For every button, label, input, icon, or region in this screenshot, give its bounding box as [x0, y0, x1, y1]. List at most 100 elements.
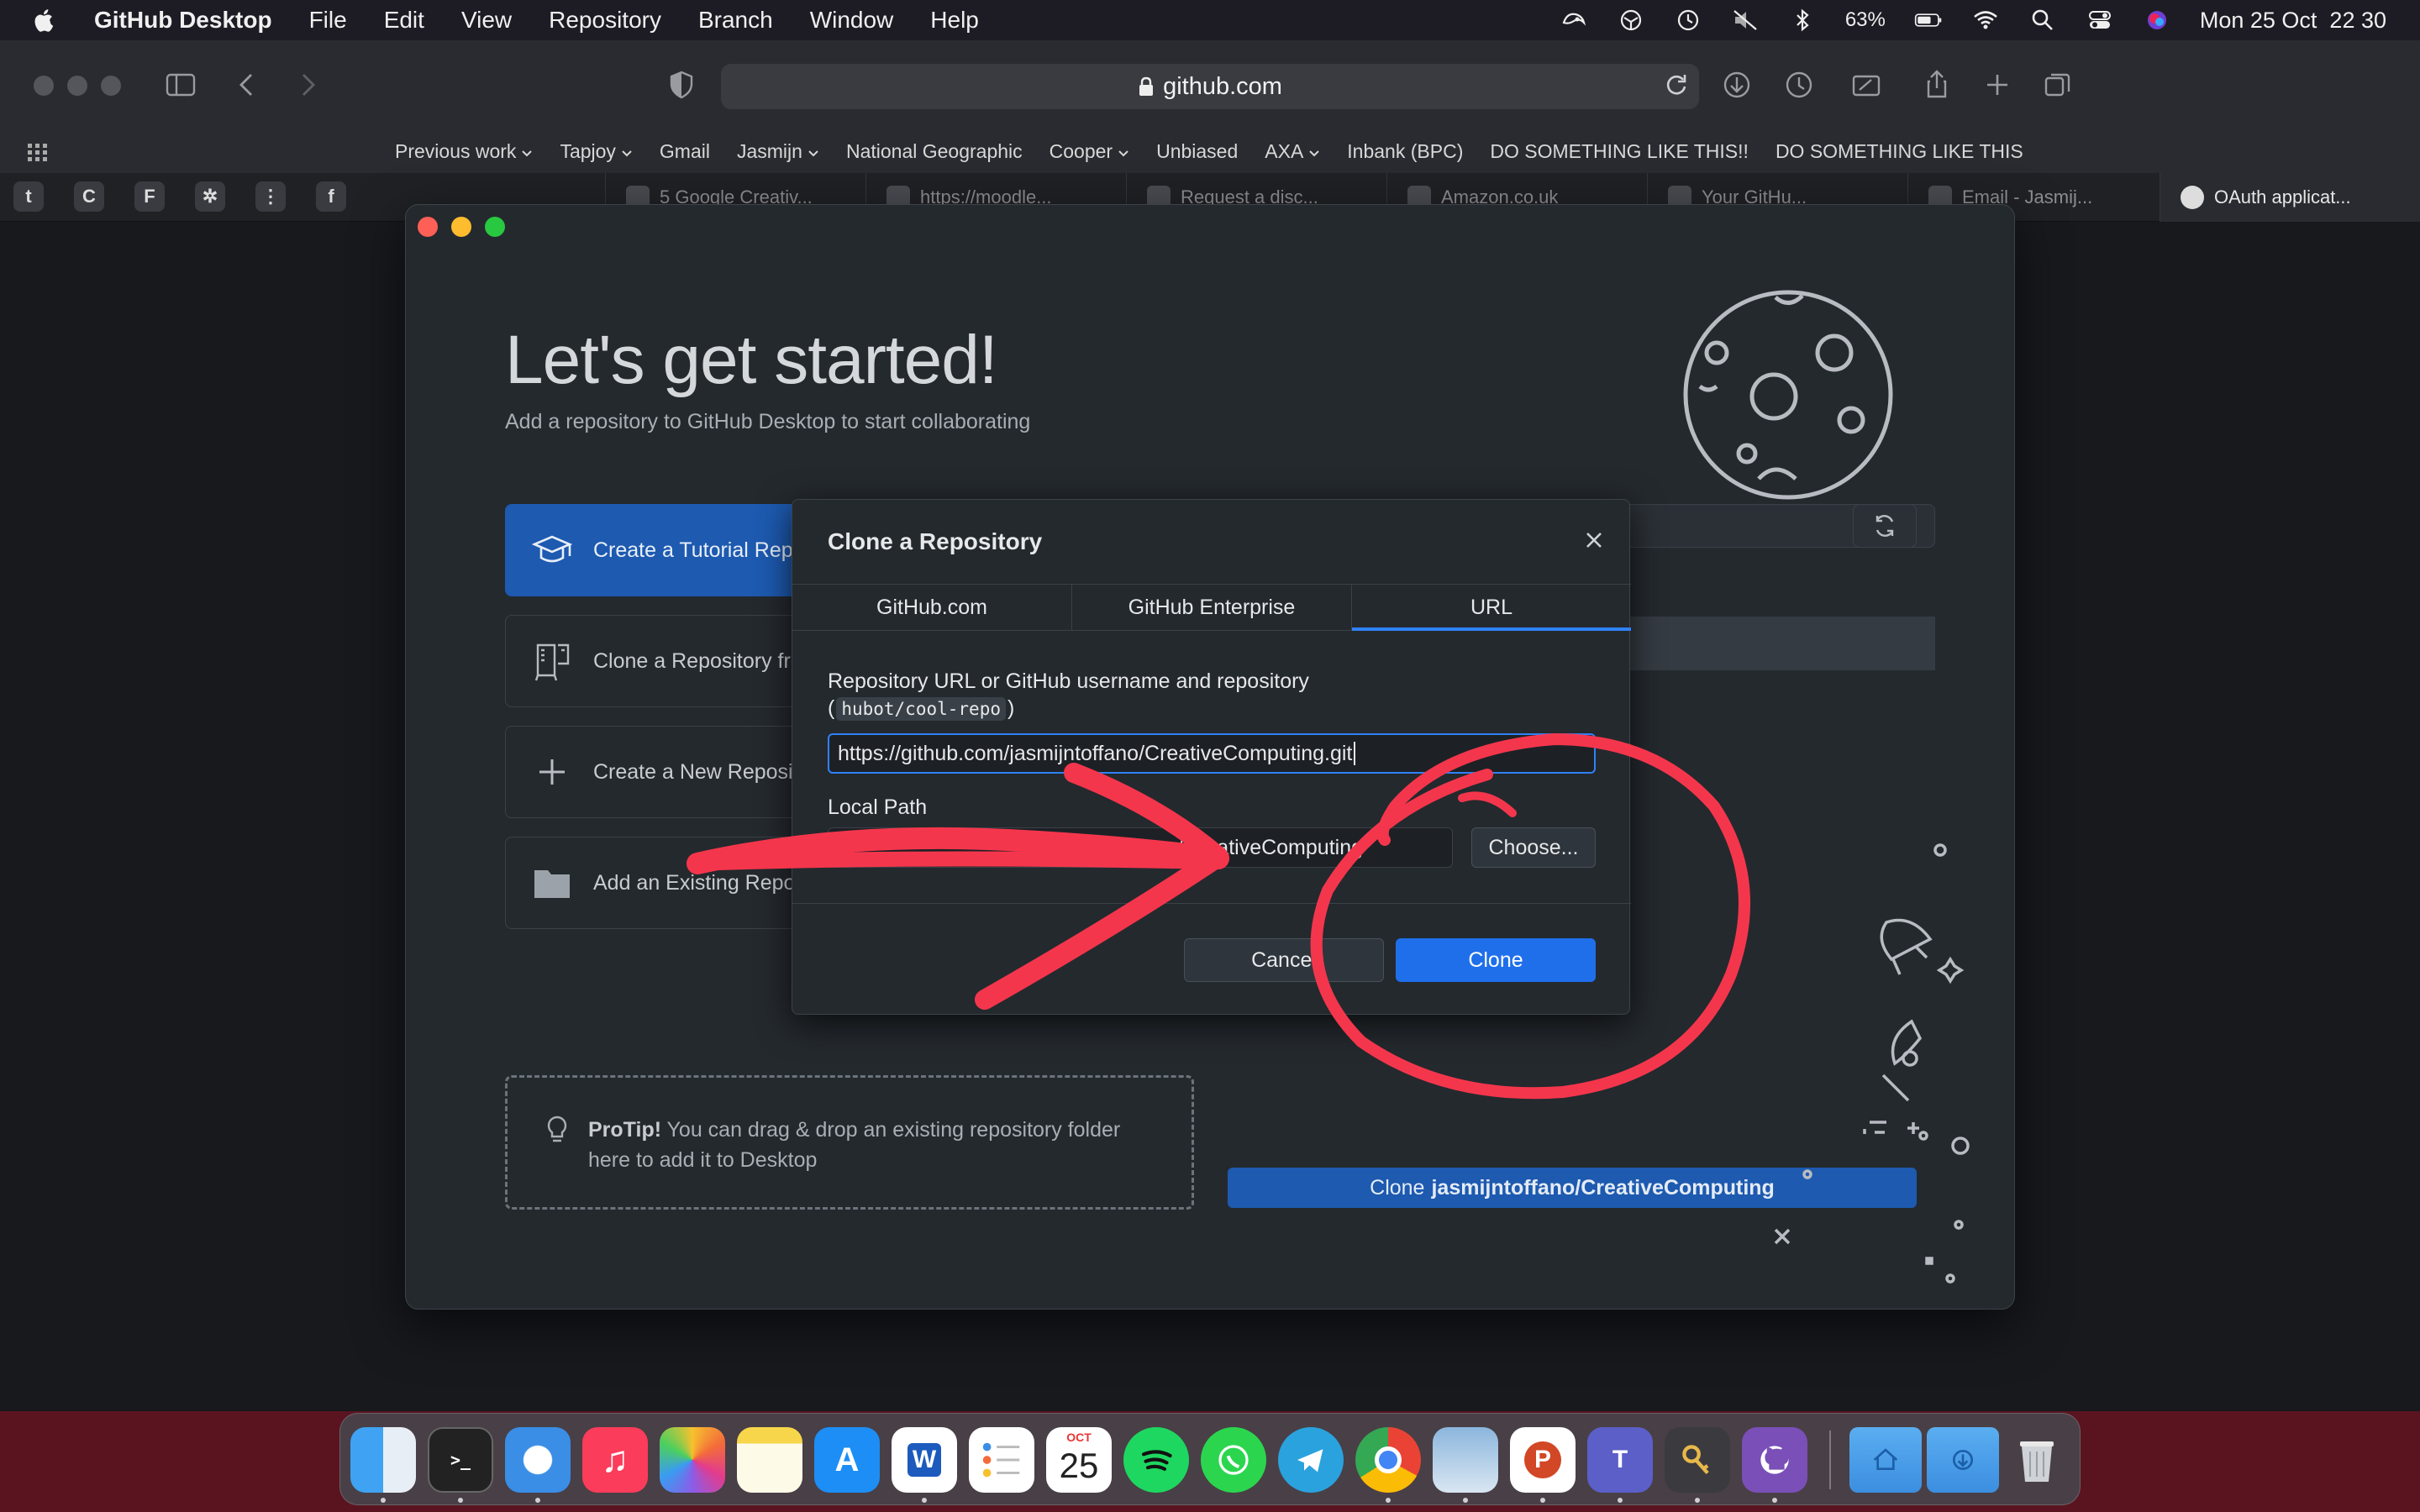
history-icon[interactable] — [1778, 66, 1820, 104]
markup-icon[interactable] — [1845, 66, 1887, 104]
app-store-icon[interactable]: A — [814, 1427, 880, 1493]
choose-path-button[interactable]: Choose... — [1471, 827, 1596, 868]
terminal-icon[interactable]: >_ — [428, 1427, 493, 1493]
word-icon[interactable]: W — [892, 1427, 957, 1493]
share-icon[interactable] — [1916, 66, 1958, 104]
menu-branch[interactable]: Branch — [698, 7, 773, 34]
menu-help[interactable]: Help — [930, 7, 979, 34]
bookmark-item[interactable]: Previous work — [395, 140, 533, 163]
notes-icon[interactable] — [737, 1427, 802, 1493]
bookmark-item[interactable]: Cooper — [1050, 140, 1129, 163]
bookmark-label: AXA — [1265, 139, 1304, 162]
calendar-icon[interactable]: OCT 25 — [1046, 1427, 1112, 1493]
protip-line1: ProTip! You can drag & drop an existing … — [588, 1115, 1192, 1145]
ghd-zoom-button[interactable] — [485, 217, 505, 237]
bookmark-item[interactable]: DO SOMETHING LIKE THIS!! — [1490, 140, 1749, 163]
spotlight-search-icon[interactable] — [2028, 8, 2057, 33]
tab-github-enterprise[interactable]: GitHub Enterprise — [1072, 585, 1352, 630]
new-tab-icon[interactable] — [1976, 66, 2018, 104]
vpn-icon[interactable] — [1617, 8, 1645, 33]
github-desktop-icon[interactable] — [1742, 1427, 1807, 1493]
repo-list-item[interactable] — [1599, 617, 1935, 670]
pinned-tab-tumblr[interactable]: t — [13, 181, 44, 212]
bookmark-item[interactable]: Inbank (BPC) — [1347, 140, 1463, 163]
owl-icon[interactable] — [1560, 8, 1588, 33]
address-bar[interactable]: github.com — [721, 64, 1699, 109]
pinned-tab-figma[interactable]: F — [134, 181, 165, 212]
menu-edit[interactable]: Edit — [384, 7, 424, 34]
mute-icon[interactable] — [1731, 8, 1760, 33]
window-zoom-button[interactable] — [101, 76, 121, 96]
chrome-icon[interactable] — [1355, 1427, 1421, 1493]
pinned-tab-dots[interactable]: ⋮ — [255, 181, 286, 212]
preview-icon[interactable] — [1433, 1427, 1498, 1493]
menu-view[interactable]: View — [461, 7, 512, 34]
apple-icon[interactable] — [32, 8, 66, 33]
ghd-minimize-button[interactable] — [451, 217, 471, 237]
wifi-icon[interactable] — [1971, 8, 2000, 33]
running-indicator — [381, 1498, 386, 1503]
spotify-icon[interactable] — [1123, 1427, 1189, 1493]
close-icon[interactable] — [1579, 525, 1609, 555]
bookmark-item[interactable]: National Geographic — [846, 140, 1023, 163]
menu-file[interactable]: File — [309, 7, 347, 34]
reminders-icon[interactable] — [969, 1427, 1034, 1493]
bookmark-item[interactable]: Tapjoy — [560, 140, 632, 163]
home-folder-icon[interactable] — [1849, 1427, 1922, 1493]
bookmark-item[interactable]: Gmail — [660, 140, 710, 163]
bookmark-item[interactable]: Unbiased — [1156, 140, 1238, 163]
apps-grid-icon[interactable] — [27, 141, 49, 163]
photos-icon[interactable] — [660, 1427, 725, 1493]
reload-icon[interactable] — [1655, 66, 1697, 104]
menubar-clock[interactable]: Mon 25 Oct 22 30 — [2200, 8, 2386, 33]
downloads-icon[interactable] — [1716, 66, 1758, 104]
repo-url-input[interactable]: https://github.com/jasmijntoffano/Creati… — [828, 733, 1596, 774]
back-icon[interactable] — [227, 66, 269, 104]
teams-icon[interactable]: T — [1587, 1427, 1653, 1493]
trash-icon[interactable] — [2004, 1427, 2070, 1493]
url-example-code: hubot/cool-repo — [836, 696, 1006, 721]
bookmark-item[interactable]: AXA — [1265, 140, 1320, 163]
bookmark-item[interactable]: Jasmijn — [737, 140, 819, 163]
clone-prefix: Clone — [1370, 1175, 1425, 1200]
finder-icon[interactable] — [350, 1427, 416, 1493]
dock-separator — [1829, 1431, 1831, 1489]
bookmark-label: Tapjoy — [560, 139, 616, 162]
bluetooth-icon[interactable] — [1788, 8, 1817, 33]
tab-url[interactable]: URL — [1352, 585, 1631, 631]
control-center-icon[interactable] — [2086, 8, 2114, 33]
whatsapp-icon[interactable] — [1201, 1427, 1266, 1493]
tab-overview-icon[interactable] — [2037, 66, 2079, 104]
keychain-icon[interactable] — [1665, 1427, 1730, 1493]
safari-icon[interactable] — [505, 1427, 571, 1493]
battery-icon[interactable] — [1914, 8, 1943, 33]
telegram-icon[interactable] — [1278, 1427, 1344, 1493]
app-name-menu[interactable]: GitHub Desktop — [94, 7, 272, 34]
local-path-input[interactable]: /CreativeComputing — [828, 827, 1453, 868]
chevron-down-icon — [1118, 140, 1129, 163]
downloads-folder-icon[interactable] — [1927, 1427, 1999, 1493]
window-close-button[interactable] — [34, 76, 54, 96]
pinned-tab-facebook[interactable]: f — [316, 181, 346, 212]
music-icon[interactable]: ♫ — [582, 1427, 648, 1493]
pinned-tab-c[interactable]: C — [74, 181, 104, 212]
clone-button[interactable]: Clone — [1396, 938, 1596, 982]
privacy-shield-icon[interactable] — [660, 66, 702, 104]
window-minimize-button[interactable] — [67, 76, 87, 96]
protip-line2: here to add it to Desktop — [588, 1148, 818, 1172]
powerpoint-icon[interactable]: P — [1510, 1427, 1576, 1493]
menu-repository[interactable]: Repository — [549, 7, 661, 34]
tab-github-com[interactable]: GitHub.com — [792, 585, 1072, 630]
siri-icon[interactable] — [2143, 8, 2171, 33]
mortarboard-icon — [531, 535, 573, 563]
pinned-tab-star[interactable]: ✲ — [195, 181, 225, 212]
forward-icon[interactable] — [286, 66, 328, 104]
menu-window[interactable]: Window — [810, 7, 894, 34]
time-machine-icon[interactable] — [1674, 8, 1702, 33]
cancel-button[interactable]: Cancel — [1184, 938, 1384, 982]
sidebar-icon[interactable] — [160, 66, 202, 104]
url-example-line: (hubot/cool-repo) — [828, 696, 1014, 721]
ghd-close-button[interactable] — [418, 217, 438, 237]
tab-oauth[interactable]: OAuth applicat... — [2160, 173, 2420, 222]
bookmark-item[interactable]: DO SOMETHING LIKE THIS — [1776, 140, 2023, 163]
